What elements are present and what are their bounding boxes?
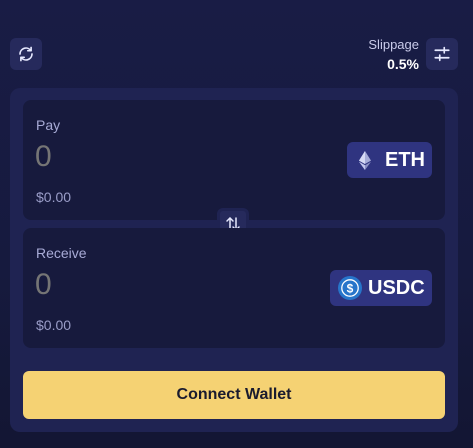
top-bar: Slippage 0.5%: [0, 0, 473, 88]
slippage-value: 0.5%: [387, 56, 419, 72]
sliders-icon: [433, 45, 451, 63]
pay-token-selector[interactable]: ETH: [347, 142, 432, 178]
pay-label: Pay: [36, 117, 61, 133]
pay-amount-input[interactable]: [35, 140, 235, 174]
receive-label: Receive: [36, 245, 87, 261]
connect-wallet-button[interactable]: Connect Wallet: [23, 371, 445, 419]
slippage-display: Slippage 0.5%: [368, 37, 419, 73]
pay-panel: Pay $0.00 ETH: [23, 100, 445, 220]
swap-card: Pay $0.00 ETH Receive: [10, 88, 458, 432]
receive-panel: Receive $0.00 $ USDC: [23, 228, 445, 348]
pay-fiat-value: $0.00: [36, 189, 72, 205]
receive-fiat-value: $0.00: [36, 317, 72, 333]
refresh-icon: [17, 45, 35, 63]
ethereum-icon: [359, 150, 371, 170]
pay-token-symbol: ETH: [385, 148, 425, 171]
svg-text:$: $: [347, 281, 354, 295]
usdc-icon: $: [338, 276, 362, 300]
receive-token-symbol: USDC: [368, 276, 425, 299]
slippage-label: Slippage: [368, 37, 419, 52]
refresh-button[interactable]: [10, 38, 42, 70]
receive-amount-input[interactable]: [35, 268, 235, 302]
settings-button[interactable]: [426, 38, 458, 70]
receive-token-selector[interactable]: $ USDC: [330, 270, 432, 306]
